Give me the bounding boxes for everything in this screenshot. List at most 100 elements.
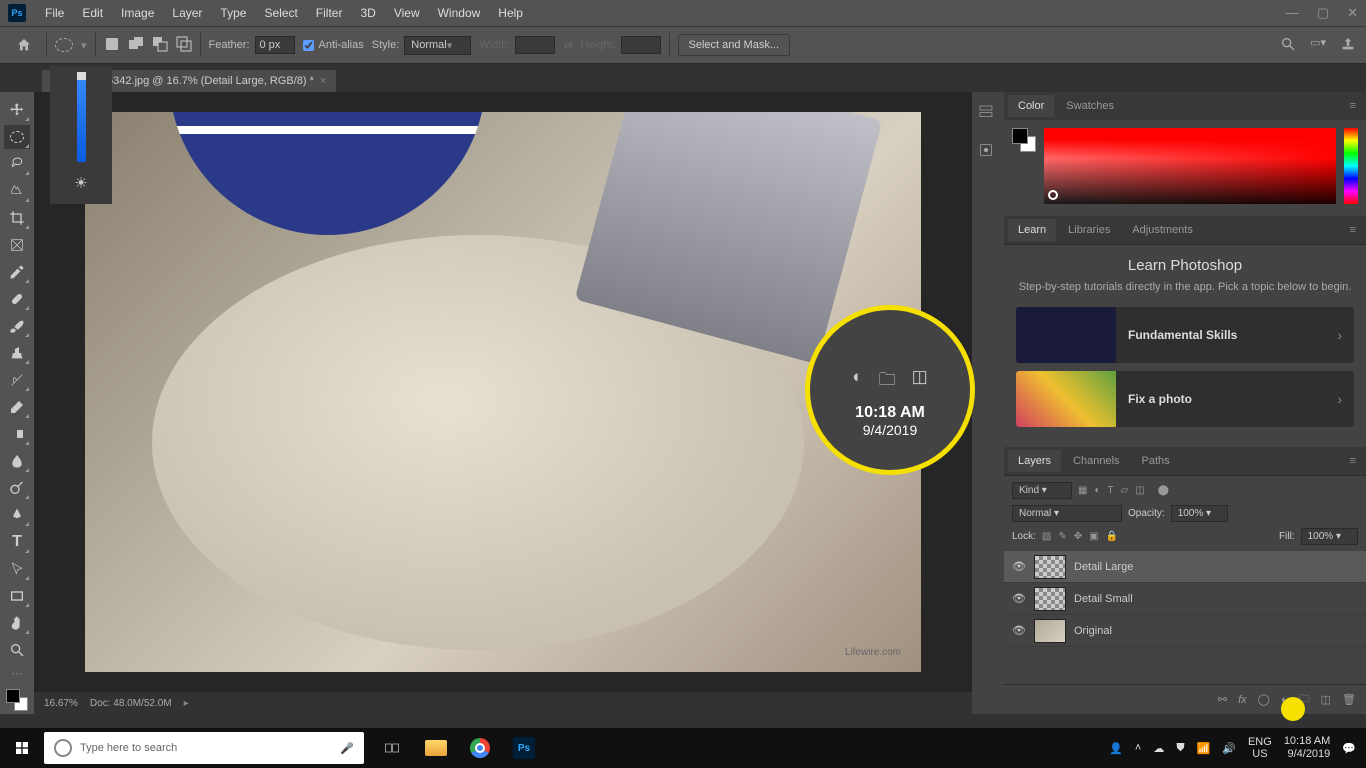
color-swatch[interactable]	[1012, 128, 1036, 152]
close-tab-icon[interactable]: ×	[320, 75, 326, 87]
color-field[interactable]	[1044, 128, 1336, 204]
selection-new-icon[interactable]	[104, 36, 120, 55]
layer-item[interactable]: 👁Detail Large	[1004, 551, 1366, 583]
photoshop-taskbar-icon[interactable]: Ps	[502, 728, 546, 768]
marquee-tool[interactable]	[4, 125, 30, 149]
lock-artboard-icon[interactable]: ▣	[1089, 531, 1098, 542]
share-icon[interactable]	[1340, 36, 1356, 55]
menu-type[interactable]: Type	[211, 6, 255, 20]
language-indicator[interactable]: ENGUS	[1248, 736, 1272, 760]
dodge-tool[interactable]	[4, 476, 30, 500]
new-layer-icon[interactable]: ◫	[1321, 693, 1331, 706]
filter-smart-icon[interactable]: ◫	[1135, 485, 1144, 496]
menu-file[interactable]: File	[36, 6, 73, 20]
filter-pixel-icon[interactable]: ▦	[1078, 485, 1087, 496]
volume-icon[interactable]: 🔊	[1222, 742, 1236, 755]
selection-subtract-icon[interactable]	[152, 36, 168, 55]
document-canvas[interactable]: Lifewire.com	[85, 112, 921, 672]
lock-all-icon[interactable]: 🔒	[1106, 531, 1118, 542]
tab-channels[interactable]: Channels	[1063, 450, 1129, 472]
lock-transparent-icon[interactable]: ▨	[1042, 531, 1051, 542]
zoom-tool[interactable]	[4, 638, 30, 662]
type-tool[interactable]: T	[4, 530, 30, 554]
filter-toggle-icon[interactable]: ⬤	[1158, 485, 1169, 496]
filter-type-icon[interactable]: T	[1108, 485, 1114, 496]
eyedropper-tool[interactable]	[4, 260, 30, 284]
gradient-tool[interactable]	[4, 422, 30, 446]
path-select-tool[interactable]	[4, 557, 30, 581]
tab-learn[interactable]: Learn	[1008, 219, 1056, 241]
menu-view[interactable]: View	[385, 6, 429, 20]
tab-swatches[interactable]: Swatches	[1056, 95, 1124, 117]
tab-libraries[interactable]: Libraries	[1058, 219, 1120, 241]
layer-item[interactable]: 👁Detail Small	[1004, 583, 1366, 615]
history-panel-icon[interactable]	[978, 104, 998, 124]
start-button[interactable]	[0, 740, 44, 756]
blur-tool[interactable]	[4, 449, 30, 473]
selection-intersect-icon[interactable]	[176, 36, 192, 55]
delete-layer-icon[interactable]: 🗑	[1342, 693, 1356, 706]
menu-window[interactable]: Window	[429, 6, 490, 20]
layer-thumbnail[interactable]	[1034, 555, 1066, 579]
tool-preset-icon[interactable]	[55, 38, 73, 52]
layer-thumbnail[interactable]	[1034, 587, 1066, 611]
onedrive-icon[interactable]: ☁	[1153, 742, 1164, 755]
tab-color[interactable]: Color	[1008, 95, 1054, 117]
people-icon[interactable]: 👤	[1109, 742, 1123, 755]
file-explorer-icon[interactable]	[414, 728, 458, 768]
opacity-input[interactable]: 100% ▾	[1171, 505, 1228, 522]
taskbar-clock[interactable]: 10:18 AM9/4/2019	[1284, 735, 1330, 761]
menu-image[interactable]: Image	[112, 6, 163, 20]
mic-icon[interactable]: 🎤	[340, 742, 354, 755]
select-and-mask-button[interactable]: Select and Mask...	[678, 34, 791, 56]
wifi-icon[interactable]: 📶	[1197, 742, 1211, 755]
frame-tool[interactable]	[4, 233, 30, 257]
style-select[interactable]: Normal ▾	[404, 36, 471, 55]
fill-input[interactable]: 100% ▾	[1301, 528, 1358, 545]
lasso-tool[interactable]	[4, 152, 30, 176]
doc-info[interactable]: Doc: 48.0M/52.0M	[90, 698, 172, 709]
menu-3d[interactable]: 3D	[351, 6, 384, 20]
feather-input[interactable]	[255, 36, 295, 54]
foreground-background-colors[interactable]	[6, 689, 28, 711]
task-view-icon[interactable]	[370, 728, 414, 768]
blend-mode-select[interactable]: Normal ▾	[1012, 505, 1122, 522]
filter-shape-icon[interactable]: ▱	[1121, 485, 1129, 496]
learn-card-fixphoto[interactable]: Fix a photo ›	[1016, 371, 1354, 427]
tab-adjustments[interactable]: Adjustments	[1122, 219, 1203, 241]
maximize-icon[interactable]: ▢	[1317, 5, 1329, 21]
hue-slider[interactable]	[1344, 128, 1358, 204]
notifications-icon[interactable]: 💬	[1342, 742, 1356, 755]
lock-image-icon[interactable]: ✎	[1058, 531, 1066, 542]
visibility-icon[interactable]: 👁	[1012, 624, 1026, 637]
rectangle-tool[interactable]	[4, 584, 30, 608]
layer-item[interactable]: 👁Original	[1004, 615, 1366, 647]
layer-mask-icon[interactable]: ◯	[1258, 693, 1270, 706]
learn-card-fundamental[interactable]: Fundamental Skills ›	[1016, 307, 1354, 363]
menu-help[interactable]: Help	[489, 6, 532, 20]
lock-position-icon[interactable]: ✥	[1074, 531, 1082, 542]
menu-filter[interactable]: Filter	[307, 6, 352, 20]
link-layers-icon[interactable]: ⚯	[1218, 693, 1227, 706]
home-button[interactable]	[10, 31, 38, 59]
visibility-icon[interactable]: 👁	[1012, 560, 1026, 573]
quick-select-tool[interactable]	[4, 179, 30, 203]
hand-tool[interactable]	[4, 611, 30, 635]
tray-chevron-icon[interactable]: ˄	[1135, 742, 1141, 754]
brush-size-flyout[interactable]: ☀	[50, 66, 112, 204]
tab-paths[interactable]: Paths	[1132, 450, 1180, 472]
healing-tool[interactable]	[4, 287, 30, 311]
filter-adjust-icon[interactable]: ◐	[1094, 485, 1100, 496]
workspace-icon[interactable]: ▭▾	[1310, 36, 1326, 55]
defender-icon[interactable]: ⛊	[1176, 742, 1184, 755]
chrome-icon[interactable]	[458, 728, 502, 768]
eraser-tool[interactable]	[4, 395, 30, 419]
zoom-level[interactable]: 16.67%	[44, 698, 78, 709]
search-icon[interactable]	[1280, 36, 1296, 55]
clone-stamp-tool[interactable]	[4, 341, 30, 365]
close-icon[interactable]: ✕	[1347, 5, 1358, 21]
learn-panel-menu-icon[interactable]: ≡	[1344, 224, 1362, 236]
taskbar-search[interactable]: Type here to search 🎤	[44, 732, 364, 764]
brush-tool[interactable]	[4, 314, 30, 338]
selection-add-icon[interactable]	[128, 36, 144, 55]
